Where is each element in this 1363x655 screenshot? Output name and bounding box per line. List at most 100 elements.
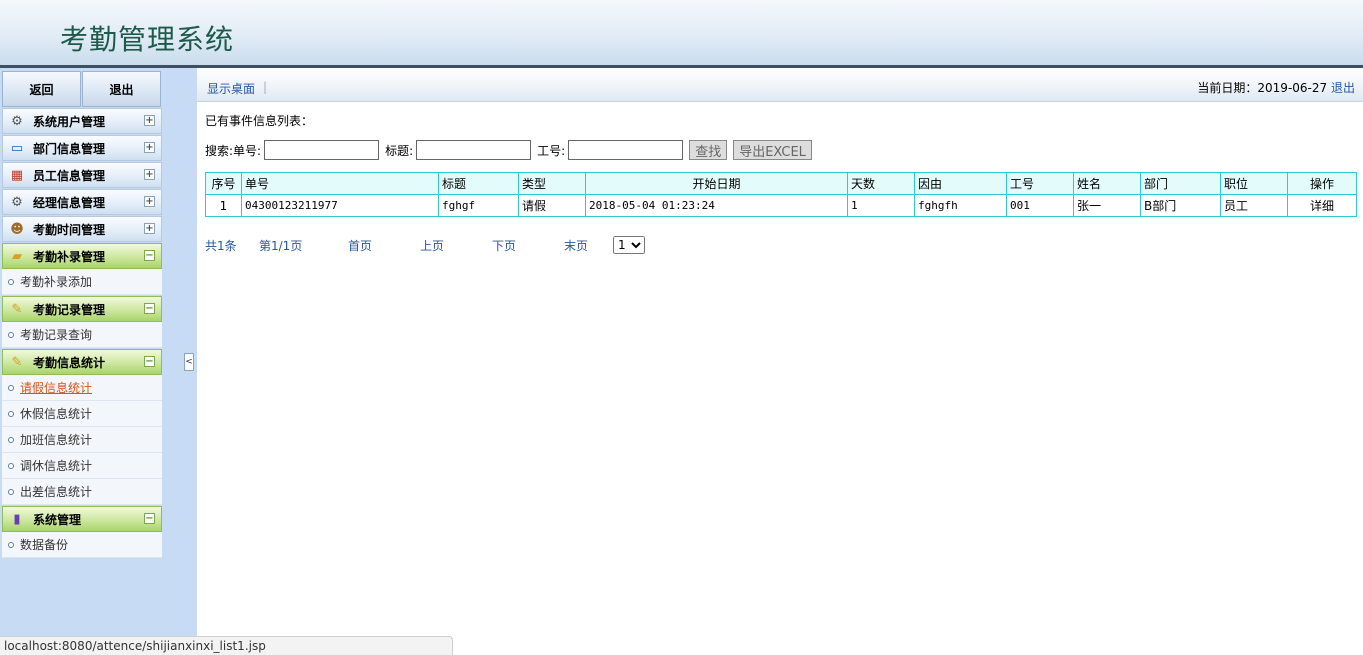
collapse-icon[interactable]: −	[144, 303, 155, 314]
col-header-days: 天数	[847, 172, 915, 195]
sidebar-menu-head[interactable]: ▦ 员工信息管理 +	[2, 162, 162, 188]
pager-last-link[interactable]: 末页	[564, 237, 613, 254]
sidebar-item-label: 调休信息统计	[20, 459, 93, 473]
pager-prev-link[interactable]: 上页	[420, 237, 492, 254]
sidebar-collapse-handle[interactable]: <	[184, 353, 194, 371]
current-date: 当前日期：2019-06-27	[1197, 81, 1328, 95]
date-area: 当前日期：2019-06-27 退出	[1197, 79, 1355, 96]
col-header-department: 部门	[1140, 172, 1221, 195]
collapse-icon[interactable]: −	[144, 356, 155, 367]
event-table: 序号 单号 标题 类型 开始日期 天数 因由 工号 姓名 部门 职位 操作 1 …	[205, 172, 1357, 217]
show-desktop-link[interactable]: 显示桌面	[207, 80, 255, 97]
sidebar-menu-label: 考勤补录管理	[33, 249, 106, 264]
pager: 共1条 第1/1页 首页 上页 下页 末页 1	[205, 236, 645, 254]
sidebar-menu-head[interactable]: ✎ 考勤记录管理 −	[2, 296, 162, 322]
search-prefix: 搜索:	[205, 143, 234, 158]
sidebar-item-label: 出差信息统计	[20, 485, 93, 499]
expand-icon[interactable]: +	[144, 196, 155, 207]
cell-worker-no: 001	[1006, 194, 1074, 217]
expand-icon[interactable]: +	[144, 169, 155, 180]
monitor-icon: ▭	[10, 140, 24, 156]
cell-reason: fghgfh	[914, 194, 1007, 217]
sidebar-menu-label: 考勤时间管理	[33, 222, 106, 237]
sidebar-item[interactable]: 数据备份	[2, 532, 162, 558]
col-header-worker-no: 工号	[1006, 172, 1074, 195]
top-toolbar: 显示桌面 | 当前日期：2019-06-27 退出	[197, 68, 1363, 102]
gear-icon: ⚙	[11, 194, 23, 210]
col-header-position: 职位	[1220, 172, 1288, 195]
back-button[interactable]: 返回	[2, 71, 81, 107]
cell-order-no: 04300123211977	[241, 194, 439, 217]
bullet-icon	[8, 488, 14, 495]
cell-type: 请假	[518, 194, 586, 217]
export-excel-button[interactable]: 导出EXCEL	[733, 140, 812, 160]
col-header-type: 类型	[518, 172, 586, 195]
col-header-title: 标题	[438, 172, 519, 195]
sidebar-item[interactable]: 请假信息统计	[2, 375, 162, 401]
cell-index: 1	[205, 194, 242, 217]
find-button[interactable]: 查找	[689, 140, 728, 160]
sidebar-menu-label: 员工信息管理	[33, 168, 106, 183]
sidebar-item[interactable]: 加班信息统计	[2, 427, 162, 453]
sidebar-item-label: 请假信息统计	[20, 381, 93, 395]
sidebar-submenu: 请假信息统计休假信息统计加班信息统计 调休信息统计 出差信息统计	[2, 375, 162, 505]
sidebar-item[interactable]: 出差信息统计	[2, 479, 162, 505]
sidebar-menu-label: 考勤信息统计	[33, 355, 106, 370]
chart-icon: ▮	[13, 511, 21, 527]
collapse-icon[interactable]: −	[144, 513, 155, 524]
sidebar-top-buttons: 返回 退出	[2, 71, 162, 107]
bullet-icon	[8, 462, 14, 469]
gear-icon: ⚙	[11, 113, 23, 129]
sidebar-item[interactable]: 休假信息统计	[2, 401, 162, 427]
sidebar-menu-head[interactable]: ▮ 系统管理 −	[2, 506, 162, 532]
sidebar: 返回 退出 ⚙ 系统用户管理 + ▭ 部门信息管理 + ▦ 员工信息管理 + ⚙ 经理信息管理 + ☻ 考…	[0, 68, 197, 655]
worker-no-label: 工号:	[537, 143, 566, 158]
sidebar-menu: ⚙ 系统用户管理 + ▭ 部门信息管理 + ▦ 员工信息管理 + ⚙ 经理信息管理 + ☻ 考勤时间管理 +…	[2, 108, 162, 558]
sidebar-submenu: 数据备份	[2, 532, 162, 558]
expand-icon[interactable]: +	[144, 142, 155, 153]
sidebar-menu-label: 系统用户管理	[33, 114, 106, 129]
note-icon: ✎	[11, 301, 23, 317]
main-content: 显示桌面 | 当前日期：2019-06-27 退出 已有事件信息列表： 搜索: …	[197, 68, 1363, 636]
pager-next-link[interactable]: 下页	[492, 237, 564, 254]
sidebar-menu-head[interactable]: ▭ 部门信息管理 +	[2, 135, 162, 161]
sidebar-panel: 返回 退出 ⚙ 系统用户管理 + ▭ 部门信息管理 + ▦ 员工信息管理 + ⚙ 经理信息管理 + ☻ 考…	[2, 71, 162, 558]
note-icon: ✎	[11, 354, 23, 370]
sidebar-item-label: 考勤记录查询	[20, 328, 93, 342]
sidebar-menu-head[interactable]: ⚙ 经理信息管理 +	[2, 189, 162, 215]
detail-link[interactable]: 详细	[1287, 194, 1357, 217]
expand-icon[interactable]: +	[144, 223, 155, 234]
sidebar-menu-head[interactable]: ☻ 考勤时间管理 +	[2, 216, 162, 242]
table-row: 1 04300123211977 fghgf 请假 2018-05-04 01:…	[205, 194, 1357, 217]
page-select[interactable]: 1	[613, 236, 645, 254]
col-header-order-no: 单号	[241, 172, 439, 195]
logout-link[interactable]: 退出	[1331, 81, 1355, 95]
sidebar-menu-label: 部门信息管理	[33, 141, 106, 156]
toolbar-separator: |	[263, 80, 268, 94]
bullet-icon	[8, 331, 14, 338]
order-no-input[interactable]	[264, 140, 380, 160]
sidebar-item[interactable]: 考勤补录添加	[2, 269, 162, 295]
sidebar-item-label: 考勤补录添加	[20, 275, 93, 289]
sidebar-menu-head[interactable]: ✎ 考勤信息统计 −	[2, 349, 162, 375]
cell-title: fghgf	[438, 194, 519, 217]
sidebar-menu-head[interactable]: ▰ 考勤补录管理 −	[2, 243, 162, 269]
sidebar-menu-label: 系统管理	[33, 512, 82, 527]
bullet-icon	[8, 541, 14, 548]
title-input[interactable]	[416, 140, 532, 160]
worker-no-input[interactable]	[568, 140, 684, 160]
collapse-icon[interactable]: −	[144, 250, 155, 261]
sidebar-menu-head[interactable]: ⚙ 系统用户管理 +	[2, 108, 162, 134]
folder-icon: ▰	[12, 248, 22, 264]
title-label: 标题:	[385, 143, 414, 158]
exit-button[interactable]: 退出	[82, 71, 161, 107]
sidebar-item[interactable]: 调休信息统计	[2, 453, 162, 479]
sidebar-submenu: 考勤记录查询	[2, 322, 162, 348]
pager-first-link[interactable]: 首页	[348, 237, 420, 254]
expand-icon[interactable]: +	[144, 115, 155, 126]
sidebar-menu-label: 经理信息管理	[33, 195, 106, 210]
app-header: 考勤管理系统	[0, 0, 1363, 68]
sidebar-item[interactable]: 考勤记录查询	[2, 322, 162, 348]
col-header-reason: 因由	[914, 172, 1007, 195]
sidebar-item-label: 加班信息统计	[20, 433, 93, 447]
